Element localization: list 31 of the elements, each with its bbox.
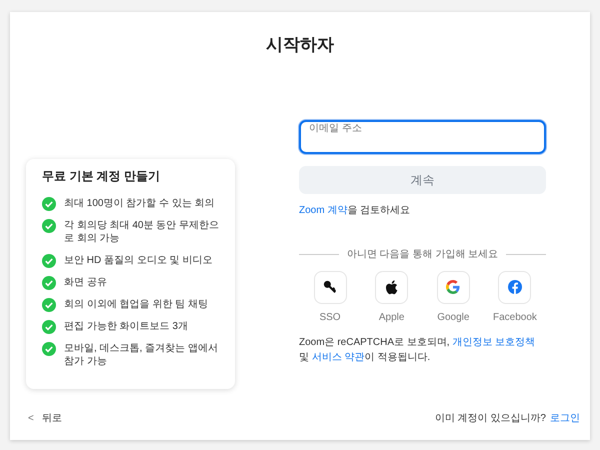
policy-link[interactable]: 서비스 약관	[312, 352, 365, 362]
feature-text: 모바일, 데스크톱, 즐겨찾는 앱에서 참가 가능	[64, 342, 219, 369]
back-link[interactable]: < 뒤로	[28, 411, 62, 426]
key-icon	[323, 280, 337, 294]
feature-text: 회의 이외에 협업을 위한 팀 채팅	[64, 298, 208, 312]
chevron-icon: <	[28, 411, 34, 426]
feature-text: 편집 가능한 화이트보드 3개	[64, 320, 188, 334]
feature-text: 보안 HD 품질의 오디오 및 비디오	[64, 254, 212, 268]
provider-button[interactable]	[375, 270, 408, 304]
feature-text: 각 회의당 최대 40분 동안 무제한으로 회의 가능	[64, 218, 220, 246]
page-title: 시작하자	[265, 34, 335, 56]
provider-label: Facebook	[493, 310, 537, 324]
feature-text: 화면 공유	[64, 276, 107, 290]
provider-label: SSO	[319, 310, 341, 324]
provider-button[interactable]	[314, 270, 346, 304]
apple-icon	[385, 280, 398, 294]
google-icon	[446, 280, 460, 294]
facebook-icon	[508, 280, 522, 294]
email-field[interactable]	[299, 120, 546, 154]
provider-label: Apple	[378, 310, 404, 324]
login-link[interactable]: 로그인	[550, 411, 580, 426]
signin-prompt: 이미 계정이 있으십니까?	[434, 412, 546, 426]
terms-note: Zoom 계약을 검토하세요	[299, 204, 412, 218]
divider-text: 아니면 다음을 통해 가입해 보세요	[346, 248, 498, 262]
provider-label: Google	[437, 310, 470, 324]
recaptcha-note: Zoom은 reCAPTCHA로 보호되며, 개인정보 보호정책 및 서비스 약관이 적용됩니다.	[299, 336, 536, 364]
card-heading: 무료 기본 계정 만들기	[42, 168, 162, 183]
policy-link[interactable]: 개인정보 보호정책	[452, 336, 536, 348]
field-label: 이메일 주소	[309, 122, 362, 134]
feature-text: 최대 100명이 참가할 수 있는 회의	[64, 196, 215, 211]
terms-link[interactable]: Zoom 계약	[299, 204, 348, 216]
